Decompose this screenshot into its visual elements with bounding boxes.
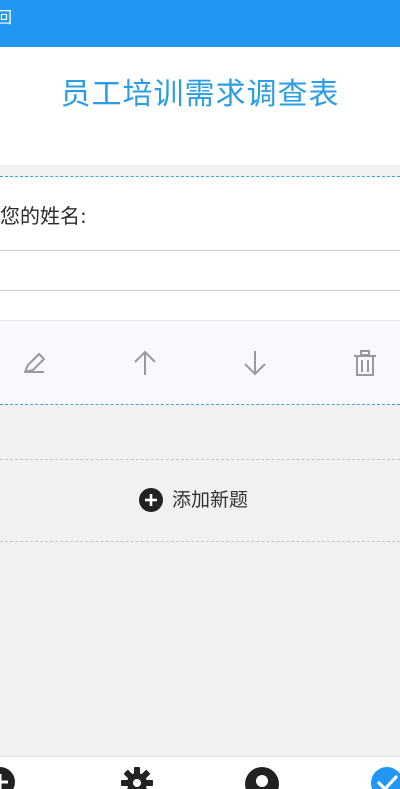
gear-icon [121,767,153,789]
question-label: 您的姓名: [0,204,87,228]
back-button[interactable]: 回 [0,9,12,27]
survey-title[interactable]: 员工培训需求调查表 [0,75,400,115]
user-icon [245,767,279,789]
nav-profile-button[interactable] [244,766,280,789]
add-zone-divider [0,459,400,460]
edit-button[interactable] [14,343,54,383]
plus-circle-icon [0,767,15,789]
answer-line [0,250,400,251]
arrow-up-icon [134,350,156,375]
add-question-button[interactable]: 添加新题 [138,486,248,514]
pencil-edit-icon [24,353,45,373]
move-up-button[interactable] [125,343,165,383]
arrow-down-icon [244,351,266,376]
add-question-label: 添加新题 [172,489,249,511]
move-down-button[interactable] [235,343,275,383]
trash-icon [354,350,376,376]
bottom-navigation [0,756,400,789]
top-app-bar: 回 [0,0,400,47]
answer-line [0,290,400,291]
delete-button[interactable] [345,343,385,383]
nav-settings-button[interactable] [120,766,154,789]
add-zone-divider [0,541,400,542]
nav-submit-button[interactable] [370,766,400,789]
check-circle-icon [371,767,400,789]
nav-add-button[interactable] [0,766,16,789]
question-toolbar [0,320,400,404]
plus-circle-icon [139,488,163,512]
